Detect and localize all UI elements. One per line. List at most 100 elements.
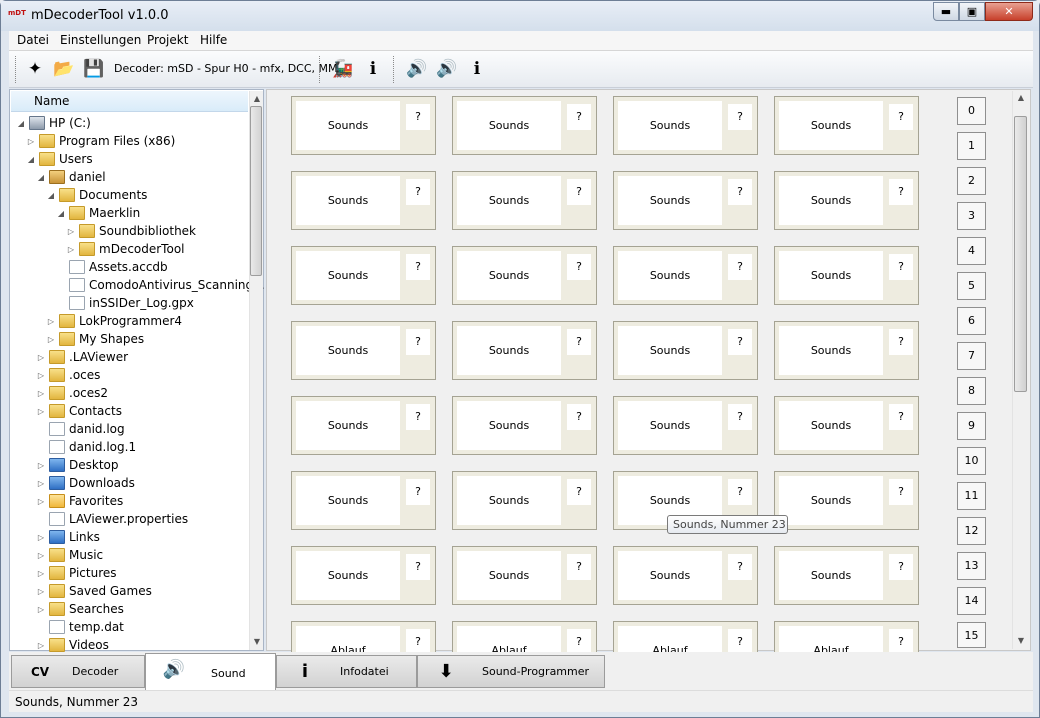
sound-info-button[interactable]: ? — [567, 329, 591, 355]
tree-item[interactable]: ◢ daniel — [36, 168, 106, 186]
sound-slot-label[interactable]: Sounds — [296, 551, 400, 600]
tree-item[interactable]: ▷ Saved Games — [36, 582, 152, 600]
grid-scroll-up-icon[interactable]: ▲ — [1014, 93, 1028, 102]
sound-slot-label[interactable]: Ablauf — [457, 626, 561, 654]
tree-item[interactable]: ▷ .LAViewer — [36, 348, 128, 366]
sound-info-button[interactable]: ? — [567, 254, 591, 280]
sound-slot-label[interactable]: Sounds — [779, 326, 883, 375]
sound-info-button[interactable]: ? — [406, 104, 430, 130]
expand-toggle-icon[interactable]: ▷ — [66, 227, 76, 236]
sound-info-button[interactable]: ? — [889, 179, 913, 205]
tree-item[interactable]: ▷ Desktop — [36, 456, 119, 474]
expand-toggle-icon[interactable]: ▷ — [36, 569, 46, 578]
expand-toggle-icon[interactable]: ▷ — [36, 605, 46, 614]
sound-info-button[interactable]: ? — [728, 104, 752, 130]
sound-slot-label[interactable]: Sounds — [618, 326, 722, 375]
grid-scroll-down-icon[interactable]: ▼ — [1014, 636, 1028, 645]
sound-slot-label[interactable]: Sounds — [457, 476, 561, 525]
locomotive-info-icon[interactable]: ℹ — [361, 57, 385, 81]
sound-info-button[interactable]: ? — [728, 404, 752, 430]
tab-sound[interactable]: 🔊 Sound — [145, 653, 276, 690]
sound-slot[interactable]: Sounds? — [291, 171, 436, 230]
expand-toggle-icon[interactable]: ▷ — [26, 137, 36, 146]
sound-slot[interactable]: Sounds? — [613, 246, 758, 305]
sound-info-button[interactable]: ? — [567, 554, 591, 580]
expand-toggle-icon[interactable]: ◢ — [16, 119, 26, 128]
sound-info-button[interactable]: ? — [889, 329, 913, 355]
sound-slot-label[interactable]: Sounds — [618, 551, 722, 600]
tree-item[interactable]: temp.dat — [36, 618, 124, 636]
expand-toggle-icon[interactable]: ◢ — [26, 155, 36, 164]
expand-toggle-icon[interactable]: ▷ — [36, 533, 46, 542]
sound-slot-label[interactable]: Sounds — [618, 401, 722, 450]
sound-slot-label[interactable]: Sounds — [618, 251, 722, 300]
sound-info-button[interactable]: ? — [406, 554, 430, 580]
expand-toggle-icon[interactable]: ▷ — [36, 407, 46, 416]
expand-toggle-icon[interactable]: ▷ — [46, 317, 56, 326]
sound-info-button[interactable]: ? — [889, 104, 913, 130]
slot-number-button[interactable]: 4 — [957, 237, 986, 265]
sound-slot-label[interactable]: Sounds — [457, 326, 561, 375]
expand-toggle-icon[interactable]: ◢ — [56, 209, 66, 218]
sound-slot-label[interactable]: Sounds — [779, 476, 883, 525]
expand-toggle-icon[interactable]: ▷ — [36, 479, 46, 488]
tree-item[interactable]: ▷ LokProgrammer4 — [46, 312, 182, 330]
expand-toggle-icon[interactable]: ▷ — [36, 497, 46, 506]
sound-slot-label[interactable]: Sounds — [296, 101, 400, 150]
sound-slot[interactable]: Sounds? — [452, 321, 597, 380]
grid-scroll-thumb[interactable] — [1014, 116, 1027, 392]
tab-decoder[interactable]: CV Decoder — [11, 655, 145, 688]
tree-item[interactable]: ◢ Maerklin — [56, 204, 140, 222]
slot-number-button[interactable]: 2 — [957, 167, 986, 195]
slot-number-button[interactable]: 15 — [957, 622, 986, 648]
sound-slot[interactable]: Sounds? — [774, 321, 919, 380]
sound-slot-label[interactable]: Sounds — [457, 401, 561, 450]
sound-slot[interactable]: Sounds? — [452, 546, 597, 605]
sound-slot[interactable]: Sounds? — [774, 246, 919, 305]
tree-item[interactable]: ▷ Pictures — [36, 564, 117, 582]
sound-slot[interactable]: Ablauf? — [613, 621, 758, 655]
tree-item[interactable]: ◢ HP (C:) — [16, 114, 91, 132]
menu-hilfe[interactable]: Hilfe — [200, 33, 227, 47]
sound-slot[interactable]: Sounds? — [452, 171, 597, 230]
tree-item[interactable]: ▷ Searches — [36, 600, 124, 618]
slot-number-button[interactable]: 0 — [957, 97, 986, 125]
expand-toggle-icon[interactable]: ▷ — [36, 641, 46, 650]
sound-slot[interactable]: Ablauf? — [452, 621, 597, 655]
sound-slot-label[interactable]: Ablauf — [779, 626, 883, 654]
tree-item[interactable]: ▷ Music — [36, 546, 103, 564]
sound-slot-label[interactable]: Ablauf — [296, 626, 400, 654]
sound-info-button[interactable]: ? — [567, 479, 591, 505]
sound-info-button[interactable]: ? — [889, 479, 913, 505]
tree-item[interactable]: ▷ Contacts — [36, 402, 122, 420]
expand-toggle-icon[interactable]: ◢ — [36, 173, 46, 182]
sound-slot[interactable]: Sounds? — [291, 546, 436, 605]
sound-slot[interactable]: Sounds? — [613, 396, 758, 455]
expand-toggle-icon[interactable]: ◢ — [46, 191, 56, 200]
slot-number-button[interactable]: 14 — [957, 587, 986, 615]
sound-info-button[interactable]: ? — [567, 179, 591, 205]
sound-info-button[interactable]: ? — [728, 329, 752, 355]
sound-slot-label[interactable]: Ablauf — [618, 626, 722, 654]
expand-toggle-icon[interactable]: ▷ — [36, 389, 46, 398]
tree-item[interactable]: ◢ Users — [26, 150, 93, 168]
tab-infodatei[interactable]: i Infodatei — [276, 655, 417, 688]
sound-info-button[interactable]: ? — [406, 479, 430, 505]
tree-item[interactable]: danid.log.1 — [36, 438, 136, 456]
tree-item[interactable]: LAViewer.properties — [36, 510, 188, 528]
sound-slot[interactable]: Sounds? — [613, 321, 758, 380]
tree-item[interactable]: ▷ Links — [36, 528, 100, 546]
menu-datei[interactable]: Datei — [17, 33, 49, 47]
sound-info-button[interactable]: ? — [406, 329, 430, 355]
tree-item[interactable]: ◢ Documents — [46, 186, 147, 204]
expand-toggle-icon[interactable]: ▷ — [36, 587, 46, 596]
expand-toggle-icon[interactable]: ▷ — [36, 371, 46, 380]
tree-item[interactable]: ▷ Favorites — [36, 492, 123, 510]
slot-number-button[interactable]: 1 — [957, 132, 986, 160]
menu-projekt[interactable]: Projekt — [147, 33, 188, 47]
slot-number-button[interactable]: 9 — [957, 412, 986, 440]
sound-info-button[interactable]: ? — [567, 104, 591, 130]
open-folder-icon[interactable]: 📂 — [52, 57, 76, 81]
tab-sound-programmer[interactable]: ⬇ Sound-Programmer — [417, 655, 605, 688]
sound-slot[interactable]: Sounds? — [774, 396, 919, 455]
